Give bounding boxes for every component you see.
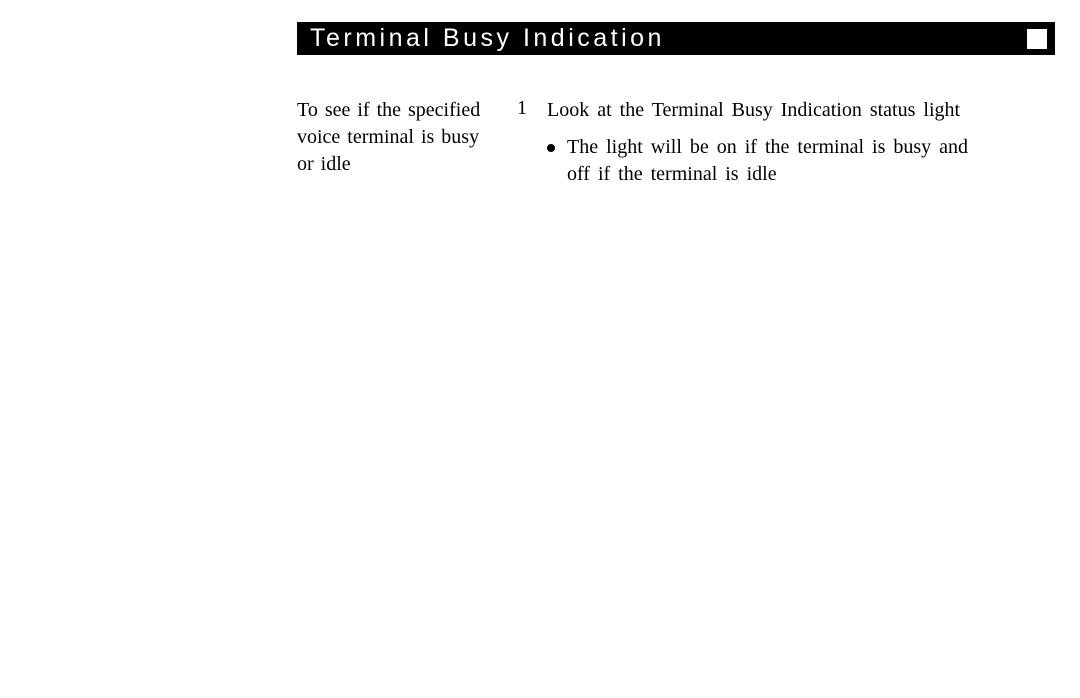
step-text: Look at the Terminal Busy Indication sta… — [547, 97, 960, 124]
bullet-text: The light will be on if the terminal is … — [567, 134, 985, 188]
header-bar: Terminal Busy Indication — [297, 22, 1055, 55]
main-steps: 1 Look at the Terminal Busy Indication s… — [517, 97, 985, 188]
bullet-item: The light will be on if the terminal is … — [547, 134, 985, 188]
sidebar: To see if the specified voice terminal i… — [297, 97, 487, 188]
bullet-icon — [547, 144, 555, 152]
header-box-icon — [1027, 29, 1047, 49]
step-number: 1 — [517, 97, 529, 124]
page-title: Terminal Busy Indication — [310, 24, 665, 53]
step-item: 1 Look at the Terminal Busy Indication s… — [517, 97, 985, 124]
content-area: To see if the specified voice terminal i… — [297, 97, 985, 188]
sidebar-description: To see if the specified voice terminal i… — [297, 97, 487, 178]
